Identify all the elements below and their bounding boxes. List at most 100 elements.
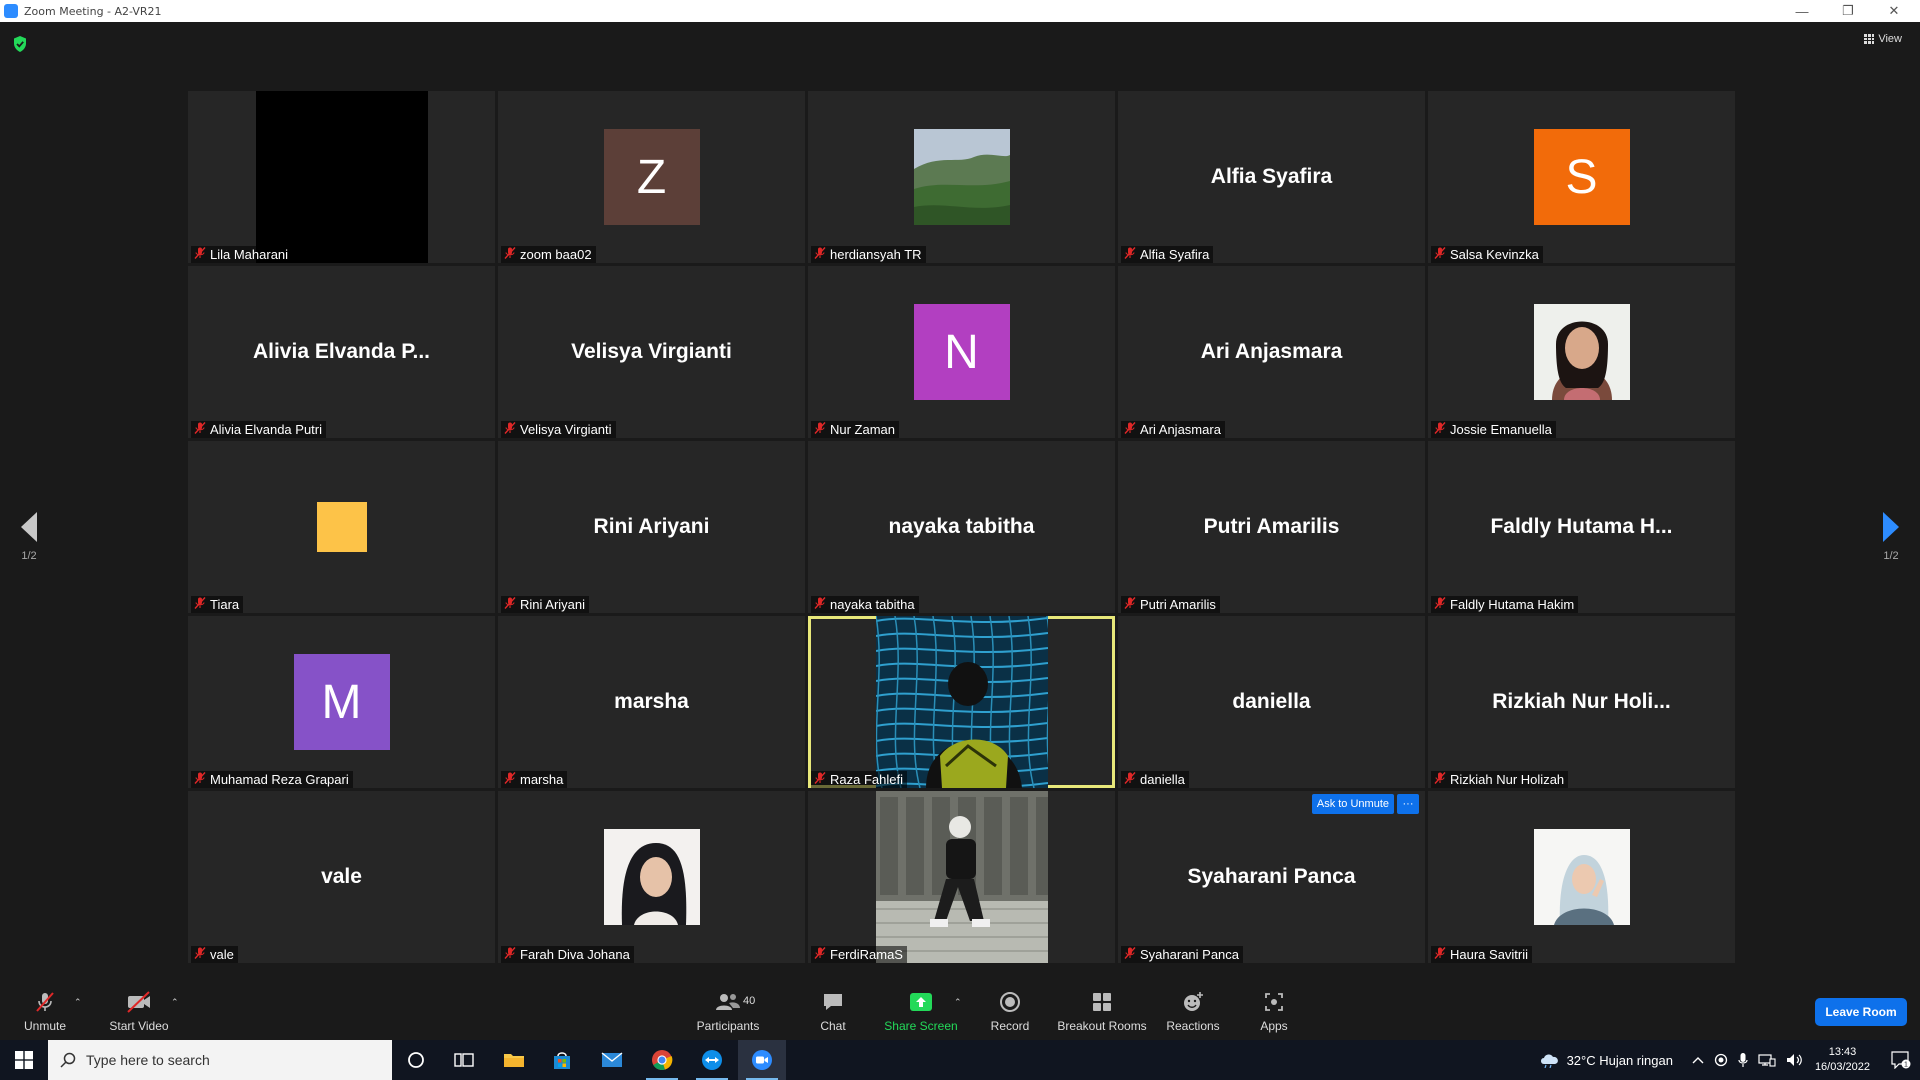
participant-tile[interactable]: Rizkiah Nur Holi... Rizkiah Nur Holizah [1428,616,1735,788]
participant-name-label: Raza Fahlefi [811,771,907,788]
share-options-caret[interactable]: ⌃ [954,997,962,1008]
muted-mic-icon [1123,771,1140,788]
participant-name: Raza Fahlefi [830,772,903,787]
participant-tile[interactable]: Jossie Emanuella [1428,266,1735,438]
location-icon[interactable] [1714,1053,1728,1067]
folder-icon [504,1054,524,1067]
participant-tile[interactable]: Ari Anjasmara Ari Anjasmara [1118,266,1425,438]
participant-display-name: Putri Amarilis [1203,515,1340,538]
microphone-in-use-icon[interactable] [1738,1052,1748,1068]
participant-name: Alivia Elvanda Putri [210,422,322,437]
participant-tile[interactable]: Farah Diva Johana [498,791,805,963]
participant-tile[interactable]: marsha marsha [498,616,805,788]
page-indicator-right: 1/2 [1883,550,1899,562]
mail-button[interactable] [588,1040,636,1080]
participant-tile[interactable]: Haura Savitrii [1428,791,1735,963]
participants-count: 40 [743,995,756,1007]
weather-widget[interactable]: 32°C Hujan ringan [1539,1052,1673,1068]
participant-name: vale [210,947,234,962]
more-options-button[interactable]: ··· [1397,794,1419,814]
participants-button[interactable]: Participants [692,980,764,1040]
start-button[interactable] [0,1040,48,1080]
participant-tile[interactable]: daniella daniella [1118,616,1425,788]
participant-tile[interactable]: N Nur Zaman [808,266,1115,438]
participant-name-label: Farah Diva Johana [501,946,634,963]
audio-options-caret[interactable]: ⌃ [74,997,82,1008]
participant-tile[interactable]: Putri Amarilis Putri Amarilis [1118,441,1425,613]
previous-page-button[interactable]: 1/2 [9,512,49,562]
grid-view-icon [1864,34,1875,44]
view-button[interactable]: View [1864,33,1902,45]
participant-name-label: Ari Anjasmara [1121,421,1225,438]
avatar-initial: N [944,325,979,379]
avatar-initial: Z [636,150,667,204]
participant-tile[interactable]: vale vale [188,791,495,963]
participant-tile[interactable]: nayaka tabitha nayaka tabitha [808,441,1115,613]
participant-display-name: Velisya Virgianti [571,340,732,363]
participant-tile[interactable]: Syaharani Panca Ask to Unmute ··· Syahar… [1118,791,1425,963]
participant-tile[interactable]: Lila Maharani [188,91,495,263]
participant-name: Tiara [210,597,240,612]
store-icon [554,1052,570,1069]
participant-display-name: Rini Ariyani [593,515,710,538]
chrome-button[interactable] [638,1040,686,1080]
task-view-button[interactable] [440,1040,488,1080]
participant-tile[interactable]: Z zoom baa02 [498,91,805,263]
zoom-taskbar-button[interactable] [738,1040,786,1080]
unmute-button[interactable]: Unmute [20,980,70,1040]
ask-to-unmute-button[interactable]: Ask to Unmute [1311,794,1394,814]
muted-mic-icon [1123,421,1140,438]
volume-icon[interactable] [1786,1053,1804,1067]
close-button[interactable]: ✕ [1872,0,1916,22]
participant-tile[interactable]: Velisya Virgianti Velisya Virgianti [498,266,805,438]
reactions-button[interactable]: Reactions [1163,980,1223,1040]
apps-button[interactable]: Apps [1249,980,1299,1040]
notification-center-button[interactable]: 1 [1882,1040,1920,1080]
network-icon[interactable] [1758,1053,1776,1067]
chat-label: Chat [820,1019,846,1033]
participant-tile[interactable]: M Muhamad Reza Grapari [188,616,495,788]
participant-display-name: Alfia Syafira [1210,165,1333,188]
taskbar-search-box[interactable]: Type here to search [48,1040,392,1080]
share-screen-button[interactable]: Share Screen [881,980,961,1040]
chat-button[interactable]: Chat [808,980,858,1040]
start-video-button[interactable]: Start Video [105,980,173,1040]
participant-name-label: Velisya Virgianti [501,421,616,438]
muted-mic-icon [813,246,830,263]
tile-hover-actions: Ask to Unmute ··· [1311,794,1419,814]
record-button[interactable]: Record [985,980,1035,1040]
microsoft-store-button[interactable] [538,1040,586,1080]
participant-tile[interactable]: Alivia Elvanda P... Alivia Elvanda Putri [188,266,495,438]
profile-photo [603,829,700,925]
participant-tile[interactable]: Tiara [188,441,495,613]
participant-tile[interactable]: FerdiRamaS [808,791,1115,963]
window-title: Zoom Meeting - A2-VR21 [24,4,162,18]
leave-room-button[interactable]: Leave Room [1815,998,1907,1026]
muted-mic-icon [503,421,520,438]
file-explorer-button[interactable] [490,1040,538,1080]
windows-logo-icon [15,1051,33,1069]
breakout-rooms-button[interactable]: Breakout Rooms [1056,980,1148,1040]
cortana-button[interactable] [392,1040,440,1080]
muted-mic-icon [1433,946,1450,963]
avatar-initial: S [1565,150,1598,204]
start-video-label: Start Video [109,1019,169,1033]
next-page-button[interactable]: 1/2 [1871,512,1911,562]
participant-tile[interactable]: Rini Ariyani Rini Ariyani [498,441,805,613]
participant-tile[interactable]: Raza Fahlefi [808,616,1115,788]
page-indicator-left: 1/2 [21,550,37,562]
participant-tile[interactable]: Faldly Hutama H... Faldly Hutama Hakim [1428,441,1735,613]
video-options-caret[interactable]: ⌃ [171,997,179,1008]
teamviewer-button[interactable] [688,1040,736,1080]
participant-display-name: Rizkiah Nur Holi... [1492,690,1671,713]
participant-tile[interactable]: herdiansyah TR [808,91,1115,263]
show-hidden-icons-chevron-icon[interactable] [1692,1056,1704,1064]
minimize-button[interactable]: — [1780,0,1824,22]
gallery-grid: Lila Maharani Z zoom baa02 herdiansyah T… [188,91,1735,975]
participant-tile[interactable]: Alfia Syafira Alfia Syafira [1118,91,1425,263]
encryption-shield-icon[interactable] [12,35,28,53]
participant-tile[interactable]: S Salsa Kevinzka [1428,91,1735,263]
maximize-button[interactable]: ❐ [1826,0,1870,22]
participant-name-label: Syaharani Panca [1121,946,1244,963]
clock[interactable]: 13:43 16/03/2022 [1815,1045,1870,1075]
